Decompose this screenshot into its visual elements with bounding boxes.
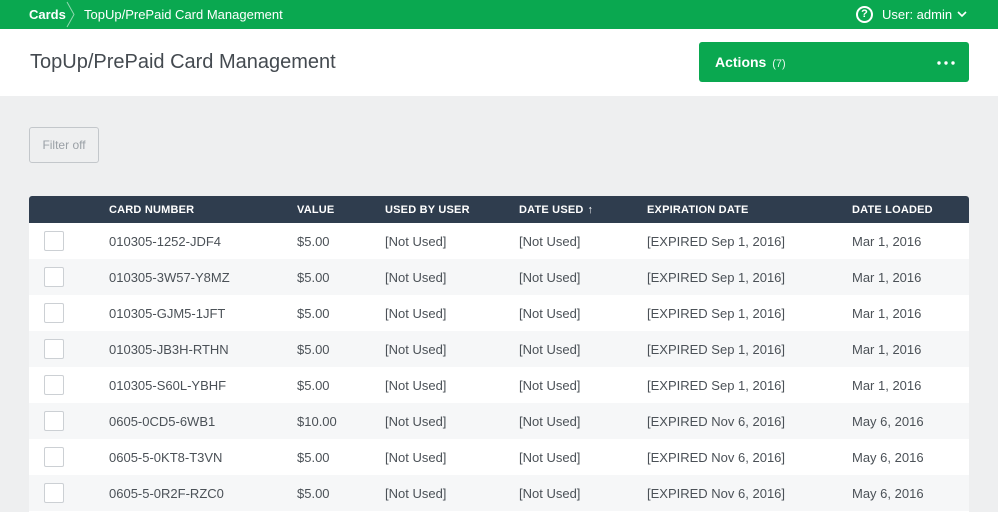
row-select-checkbox[interactable] [44, 411, 64, 431]
cell-date-used: [Not Used] [519, 378, 581, 393]
table-row[interactable]: 010305-GJM5-1JFT $5.00 [Not Used] [Not Used… [29, 295, 969, 331]
cell-date-used: [Not Used] [519, 450, 581, 465]
cell-used-by-user: [Not Used] [385, 378, 447, 393]
breadcrumb-cards-link[interactable]: Cards [29, 7, 66, 22]
cell-expiration-date: [EXPIRED Sep 1, 2016] [647, 342, 786, 357]
cell-card-number: 010305-3W57-Y8MZ [109, 270, 230, 285]
cell-date-loaded: May 6, 2016 [852, 450, 924, 465]
table-row[interactable]: 0605-5-0R2F-RZC0 $5.00 [Not Used] [Not Used… [29, 475, 969, 511]
cell-card-value: $5.00 [297, 378, 330, 393]
table-row[interactable]: 010305-1252-JDF4 $5.00 [Not Used] [Not Used… [29, 223, 969, 259]
table-row[interactable]: 010305-JB3H-RTHN $5.00 [Not Used] [Not Used… [29, 331, 969, 367]
row-select-checkbox[interactable] [44, 303, 64, 323]
breadcrumb-current-page: TopUp/PrePaid Card Management [84, 7, 283, 22]
cell-expiration-date: [EXPIRED Nov 6, 2016] [647, 486, 786, 501]
user-menu[interactable]: User: admin [882, 7, 952, 22]
cell-date-used: [Not Used] [519, 270, 581, 285]
cell-used-by-user: [Not Used] [385, 306, 447, 321]
column-header-date-used[interactable]: DATE USED ↑ [519, 204, 593, 216]
cell-date-loaded: Mar 1, 2016 [852, 306, 922, 321]
cell-expiration-date: [EXPIRED Sep 1, 2016] [647, 270, 786, 285]
column-header-date-used-label: DATE USED [519, 204, 584, 216]
cell-card-number: 010305-1252-JDF4 [109, 234, 222, 249]
cell-date-loaded: May 6, 2016 [852, 414, 924, 429]
column-header-expiration-date[interactable]: EXPIRATION DATE [647, 204, 749, 216]
actions-count: (7) [772, 58, 786, 70]
cell-date-used: [Not Used] [519, 486, 581, 501]
cell-card-value: $5.00 [297, 486, 330, 501]
cell-date-used: [Not Used] [519, 342, 581, 357]
cell-date-loaded: Mar 1, 2016 [852, 342, 922, 357]
cell-card-value: $5.00 [297, 306, 330, 321]
cell-card-value: $5.00 [297, 342, 330, 357]
more-options-icon [937, 61, 955, 65]
column-header-date-loaded[interactable]: DATE LOADED [852, 204, 933, 216]
cell-card-number: 0605-5-0KT8-T3VN [109, 450, 223, 465]
cell-used-by-user: [Not Used] [385, 450, 447, 465]
page-header: TopUp/PrePaid Card Management Actions (7… [0, 29, 998, 96]
cell-date-used: [Not Used] [519, 234, 581, 249]
page-title: TopUp/PrePaid Card Management [30, 51, 336, 73]
actions-label-text: Actions [715, 54, 767, 70]
filter-toggle-button[interactable]: Filter off [29, 127, 99, 163]
cell-card-value: $10.00 [297, 414, 337, 429]
cell-card-value: $5.00 [297, 450, 330, 465]
row-select-checkbox[interactable] [44, 231, 64, 251]
column-header-value[interactable]: VALUE [297, 204, 334, 216]
cell-expiration-date: [EXPIRED Nov 6, 2016] [647, 450, 786, 465]
row-select-checkbox[interactable] [44, 375, 64, 395]
table-row[interactable]: 0605-0CD5-6WB1 $10.00 [Not Used] [Not Used]… [29, 403, 969, 439]
cell-used-by-user: [Not Used] [385, 342, 447, 357]
cell-expiration-date: [EXPIRED Sep 1, 2016] [647, 378, 786, 393]
cell-card-number: 010305-JB3H-RTHN [109, 342, 229, 357]
table-header: CARD NUMBER VALUE USED BY USER DATE USED… [29, 196, 969, 223]
cell-used-by-user: [Not Used] [385, 270, 447, 285]
cell-date-loaded: May 6, 2016 [852, 486, 924, 501]
cell-used-by-user: [Not Used] [385, 234, 447, 249]
table-row[interactable]: 010305-3W57-Y8MZ $5.00 [Not Used] [Not Used… [29, 259, 969, 295]
cell-date-used: [Not Used] [519, 414, 581, 429]
help-icon[interactable]: ? [856, 6, 873, 23]
cell-card-number: 010305-GJM5-1JFT [109, 306, 226, 321]
cell-expiration-date: [EXPIRED Sep 1, 2016] [647, 234, 786, 249]
actions-label: Actions (7) [715, 54, 786, 70]
cell-card-number: 010305-S60L-YBHF [109, 378, 227, 393]
row-select-checkbox[interactable] [44, 339, 64, 359]
cell-used-by-user: [Not Used] [385, 414, 447, 429]
cell-card-value: $5.00 [297, 270, 330, 285]
cell-expiration-date: [EXPIRED Sep 1, 2016] [647, 306, 786, 321]
cell-card-number: 0605-5-0R2F-RZC0 [109, 486, 224, 501]
chevron-down-icon[interactable] [957, 9, 967, 19]
actions-button[interactable]: Actions (7) [699, 42, 969, 82]
top-bar: Cards TopUp/PrePaid Card Management ? Us… [0, 0, 998, 29]
cell-used-by-user: [Not Used] [385, 486, 447, 501]
row-select-checkbox[interactable] [44, 483, 64, 503]
cards-table: CARD NUMBER VALUE USED BY USER DATE USED… [29, 196, 969, 512]
column-header-card-number[interactable]: CARD NUMBER [109, 204, 194, 216]
sort-ascending-icon: ↑ [587, 204, 594, 216]
cell-expiration-date: [EXPIRED Nov 6, 2016] [647, 414, 786, 429]
table-row[interactable]: 0605-5-0KT8-T3VN $5.00 [Not Used] [Not Used… [29, 439, 969, 475]
breadcrumb-separator-icon [66, 1, 75, 28]
cell-date-loaded: Mar 1, 2016 [852, 378, 922, 393]
row-select-checkbox[interactable] [44, 267, 64, 287]
cell-card-number: 0605-0CD5-6WB1 [109, 414, 216, 429]
table-row[interactable]: 010305-S60L-YBHF $5.00 [Not Used] [Not Used… [29, 367, 969, 403]
row-select-checkbox[interactable] [44, 447, 64, 467]
column-header-used-by-user[interactable]: USED BY USER [385, 204, 470, 216]
cell-card-value: $5.00 [297, 234, 330, 249]
cell-date-loaded: Mar 1, 2016 [852, 234, 922, 249]
cell-date-used: [Not Used] [519, 306, 581, 321]
cell-date-loaded: Mar 1, 2016 [852, 270, 922, 285]
